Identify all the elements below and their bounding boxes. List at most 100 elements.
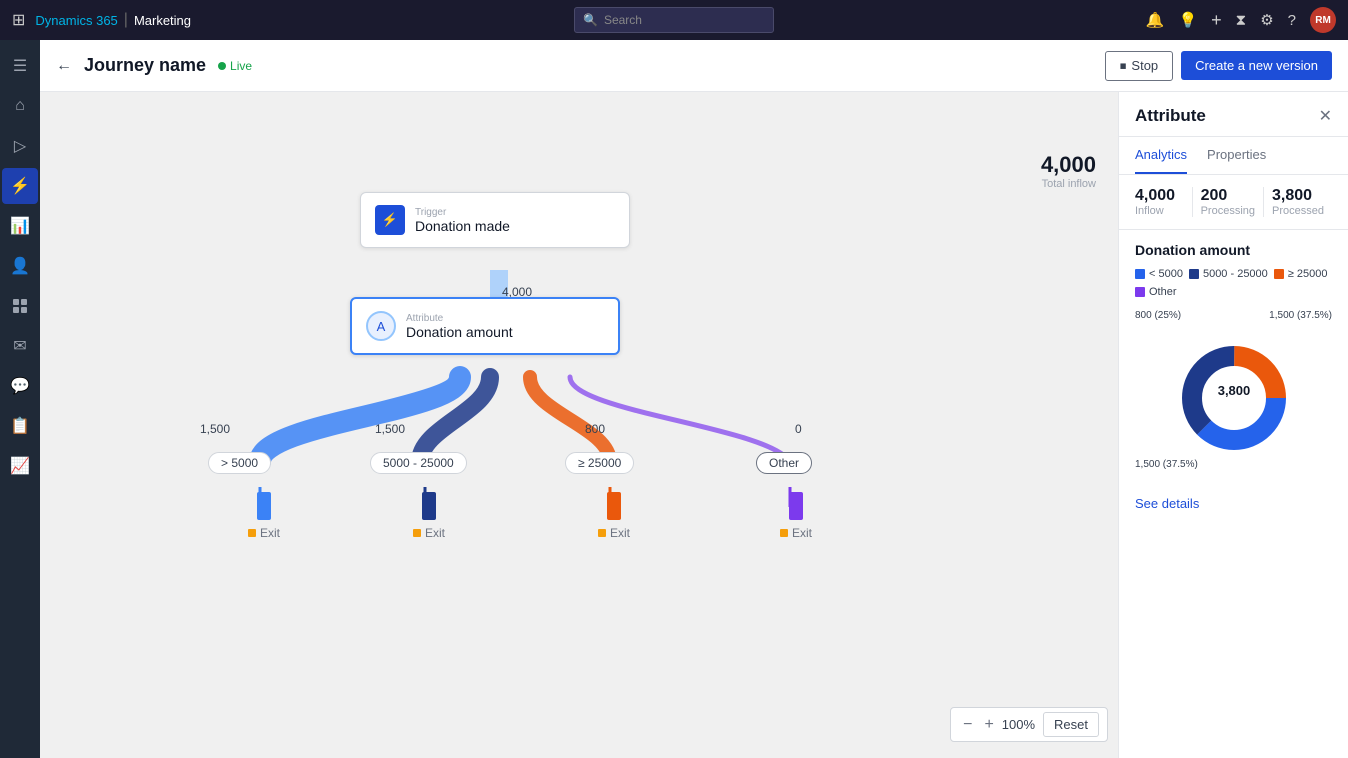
stat-processing-label: Processing: [1201, 205, 1255, 217]
sidebar: ☰ ⌂ ▷ ⚡ 📊 👤 ✉ 💬 📋 📈: [0, 40, 40, 758]
brand: Dynamics 365 | Marketing: [35, 11, 191, 29]
settings-icon[interactable]: ⚙: [1260, 11, 1273, 29]
page-title: Journey name: [84, 55, 206, 76]
zoom-controls: − + 100% Reset: [950, 707, 1108, 742]
stat-inflow-label: Inflow: [1135, 205, 1184, 217]
zoom-level: 100%: [1002, 717, 1035, 732]
branch-node-2[interactable]: 5000 - 25000: [370, 452, 467, 474]
stat-inflow: 4,000 Inflow: [1135, 187, 1193, 217]
donut-chart-container: 800 (25%) 1,500 (37.5%) 1,500 (37.5%): [1135, 310, 1332, 470]
exit-text-2: Exit: [425, 526, 445, 540]
apps-icon[interactable]: ⊞: [12, 10, 25, 30]
lightbulb-icon[interactable]: 💡: [1178, 11, 1197, 29]
attribute-node[interactable]: A Attribute Donation amount: [350, 297, 620, 355]
add-icon[interactable]: +: [1211, 10, 1222, 31]
search-input[interactable]: [604, 13, 765, 27]
exit-dot-1: [248, 529, 256, 537]
brand-name: Dynamics 365: [35, 13, 117, 28]
help-icon[interactable]: ?: [1288, 12, 1296, 29]
exit-bar-1: [257, 492, 271, 520]
brand-module: Marketing: [134, 13, 191, 28]
legend-dot-other: [1135, 287, 1145, 297]
branch-node-other[interactable]: Other: [756, 452, 812, 474]
stop-button[interactable]: ⏹ Stop: [1105, 51, 1173, 81]
attribute-label-main: Donation amount: [406, 324, 513, 340]
branch-count-value-1: 1,500: [200, 422, 230, 436]
see-details-link[interactable]: See details: [1119, 492, 1348, 515]
sidebar-item-reports[interactable]: 📈: [2, 448, 38, 484]
branch-node-3[interactable]: ≥ 25000: [565, 452, 634, 474]
trigger-label-main: Donation made: [415, 218, 510, 234]
sidebar-item-outbound[interactable]: ▷: [2, 128, 38, 164]
panel-title: Attribute: [1135, 106, 1206, 126]
sidebar-item-contacts[interactable]: 👤: [2, 248, 38, 284]
legend-item-2: 5000 - 25000: [1189, 268, 1268, 280]
reset-button[interactable]: Reset: [1043, 712, 1099, 737]
donut-label-topleft: 800 (25%): [1135, 310, 1181, 321]
exit-bar-3: [607, 492, 621, 520]
branch-count-value-2: 1,500: [375, 422, 405, 436]
legend-dot-1: [1135, 269, 1145, 279]
sidebar-item-home[interactable]: ⌂: [2, 88, 38, 124]
sidebar-item-segments[interactable]: [2, 288, 38, 324]
trigger-node-labels: Trigger Donation made: [415, 207, 510, 234]
stat-processed: 3,800 Processed: [1264, 187, 1332, 217]
zoom-out-button[interactable]: −: [959, 716, 976, 734]
branch-count-value-4: 0: [795, 422, 802, 436]
stat-processed-label: Processed: [1272, 205, 1324, 217]
exit-node-other: Exit: [780, 492, 812, 540]
stat-processed-value: 3,800: [1272, 187, 1324, 205]
chart-legend: < 5000 5000 - 25000 ≥ 25000 Other: [1135, 268, 1332, 298]
exit-node-1: Exit: [248, 492, 280, 540]
exit-dot-other: [780, 529, 788, 537]
filter-icon[interactable]: ⧗: [1236, 12, 1247, 29]
live-badge: Live: [218, 59, 252, 73]
branch-node-1[interactable]: > 5000: [208, 452, 271, 474]
exit-text-1: Exit: [260, 526, 280, 540]
live-label: Live: [230, 59, 252, 73]
donut-label-bottomleft: 1,500 (37.5%): [1135, 459, 1198, 470]
search-box[interactable]: 🔍: [574, 7, 774, 33]
sidebar-item-forms[interactable]: 📋: [2, 408, 38, 444]
trigger-label-small: Trigger: [415, 207, 510, 218]
sidebar-item-messages[interactable]: 💬: [2, 368, 38, 404]
exit-node-3: Exit: [598, 492, 630, 540]
avatar[interactable]: RM: [1310, 7, 1336, 33]
exit-text-3: Exit: [610, 526, 630, 540]
notification-icon[interactable]: 🔔: [1146, 11, 1165, 29]
attribute-icon: A: [366, 311, 396, 341]
panel-stats: 4,000 Inflow 200 Processing 3,800 Proces…: [1119, 175, 1348, 230]
chart-section-title: Donation amount: [1135, 242, 1332, 258]
branch-count-value-3: 800: [585, 422, 605, 436]
tab-properties[interactable]: Properties: [1207, 137, 1266, 174]
create-version-button[interactable]: Create a new version: [1181, 51, 1332, 80]
legend-item-other: Other: [1135, 286, 1177, 298]
sidebar-item-menu[interactable]: ☰: [2, 48, 38, 84]
live-dot: [218, 62, 226, 70]
exit-dot-2: [413, 529, 421, 537]
exit-node-2: Exit: [413, 492, 445, 540]
trigger-node[interactable]: ⚡ Trigger Donation made: [360, 192, 630, 248]
tab-analytics[interactable]: Analytics: [1135, 137, 1187, 174]
back-button[interactable]: ←: [56, 57, 72, 75]
stat-inflow-value: 4,000: [1135, 187, 1184, 205]
exit-bar-2: [422, 492, 436, 520]
sidebar-item-realtime[interactable]: ⚡: [2, 168, 38, 204]
exit-label-other: Exit: [780, 526, 812, 540]
sidebar-item-analytics[interactable]: 📊: [2, 208, 38, 244]
exit-bar-other: [789, 492, 803, 520]
legend-dot-2: [1189, 269, 1199, 279]
legend-label-2: 5000 - 25000: [1203, 268, 1268, 280]
main-content: ← Journey name Live ⏹ Stop Create a new …: [40, 40, 1348, 758]
stop-icon: ⏹: [1120, 58, 1127, 74]
panel-tabs: Analytics Properties: [1119, 137, 1348, 175]
zoom-in-button[interactable]: +: [980, 716, 997, 734]
topbar-actions: 🔔 💡 + ⧗ ⚙ ? RM: [1146, 7, 1336, 33]
legend-dot-3: [1274, 269, 1284, 279]
panel-close-button[interactable]: ✕: [1319, 106, 1332, 126]
donut-center-value: 3,800: [1217, 383, 1250, 398]
search-icon: 🔍: [583, 13, 598, 27]
canvas-area: 4,000 Total inflow: [40, 92, 1348, 758]
chart-section: Donation amount < 5000 5000 - 25000 ≥ 25…: [1119, 230, 1348, 492]
sidebar-item-emails[interactable]: ✉: [2, 328, 38, 364]
